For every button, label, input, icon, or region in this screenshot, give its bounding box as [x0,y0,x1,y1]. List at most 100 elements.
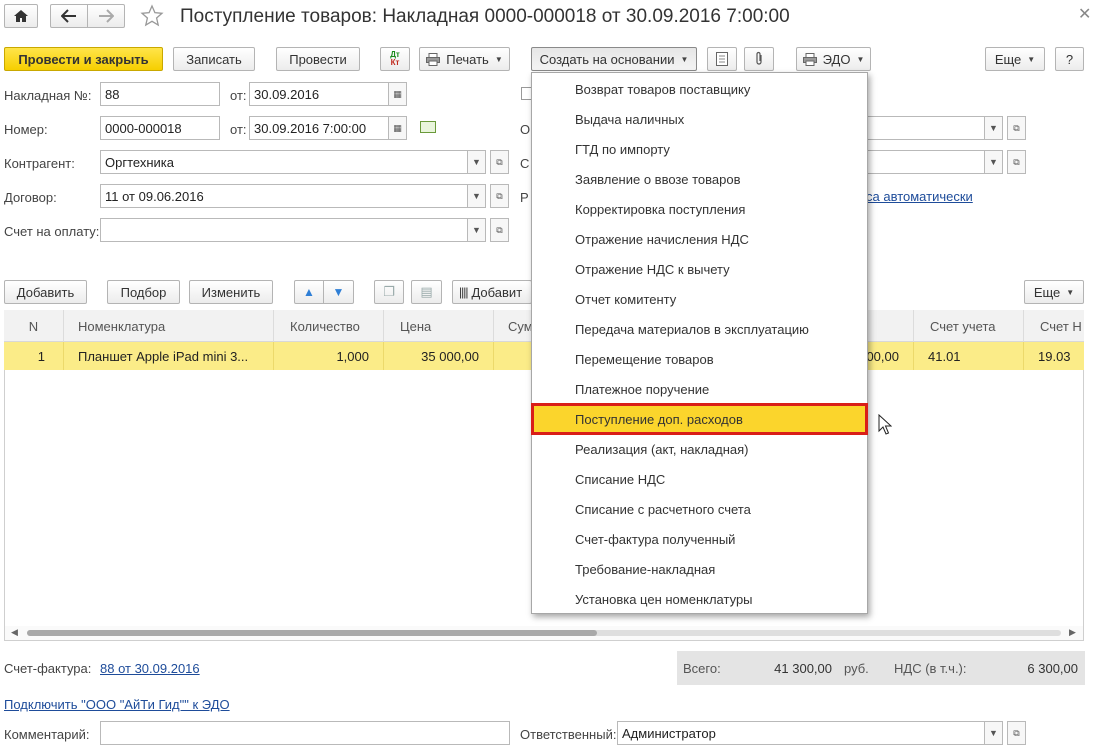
col-item[interactable]: Номенклатура [64,310,274,342]
scroll-right-icon[interactable]: ▶ [1069,627,1076,638]
home-button[interactable] [4,4,38,28]
menu-item[interactable]: Отчет комитенту [532,284,867,314]
post-and-close-button[interactable]: Провести и закрыть [4,47,163,71]
col-n[interactable]: N [4,310,64,342]
back-button[interactable] [50,4,88,28]
counterparty-field[interactable]: Оргтехника [100,150,468,174]
edo-button[interactable]: ЭДО ▼ [796,47,871,71]
open-icon[interactable]: ⧉ [1007,116,1026,140]
menu-item[interactable]: Корректировка поступления [532,194,867,224]
scrollbar-thumb[interactable] [27,630,597,636]
contract-field[interactable]: 11 от 09.06.2016 [100,184,468,208]
comment-field[interactable] [100,721,510,745]
open-icon[interactable]: ⧉ [490,184,509,208]
number-label: Номер: [4,122,48,137]
menu-item[interactable]: Счет-фактура полученный [532,524,867,554]
add-row-button[interactable]: Добавить [4,280,87,304]
cell-account: 41.01 [914,342,1024,370]
col-qty[interactable]: Количество [274,310,384,342]
open-icon[interactable]: ⧉ [1007,150,1026,174]
organization-field[interactable] [860,116,985,140]
menu-item[interactable]: Передача материалов в эксплуатацию [532,314,867,344]
calendar-icon[interactable]: ▦ [388,116,407,140]
invoice-date-field[interactable]: 30.09.2016 [249,82,389,106]
chevron-down-icon[interactable]: ▼ [984,150,1003,174]
scroll-left-icon[interactable]: ◀ [11,627,18,638]
move-down-button[interactable]: ▼ [323,280,354,304]
payment-account-label: Счет на оплату: [4,224,100,239]
mouse-cursor-icon [878,413,893,439]
save-button[interactable]: Записать [173,47,255,71]
edit-check-icon[interactable] [420,121,436,133]
number-field[interactable]: 0000-000018 [100,116,220,140]
help-button[interactable]: ? [1055,47,1084,71]
dtkt-button[interactable]: Дт Кт [380,47,410,71]
menu-item[interactable]: Списание с расчетного счета [532,494,867,524]
favorite-star-icon[interactable] [140,4,166,28]
invoice-no-field[interactable]: 88 [100,82,220,106]
menu-item[interactable]: Отражение НДС к вычету [532,254,867,284]
close-window-icon[interactable]: ✕ [1078,4,1091,24]
change-button[interactable]: Изменить [189,280,273,304]
select-button[interactable]: Подбор [107,280,180,304]
chevron-down-icon[interactable]: ▼ [467,184,486,208]
number-date-field[interactable]: 30.09.2016 7:00:00 [249,116,389,140]
add-barcode-label: Добавит [471,284,523,300]
open-icon[interactable]: ⧉ [490,150,509,174]
menu-item[interactable]: Поступление доп. расходов [531,403,868,435]
chevron-down-icon: ▼ [856,54,865,64]
total-label: Всего: [683,661,721,676]
menu-item[interactable]: Платежное поручение [532,374,867,404]
payment-account-field[interactable] [100,218,468,242]
arrow-up-icon: ▲ [303,285,315,299]
menu-item[interactable]: Заявление о ввозе товаров [532,164,867,194]
document-view-button[interactable] [707,47,737,71]
col-account[interactable]: Счет учета [914,310,1024,342]
arrow-left-icon [61,9,76,23]
add-barcode-button[interactable]: |||| Добавит [452,280,532,304]
printer-icon [426,52,441,66]
paste-button[interactable]: ▤ [411,280,442,304]
menu-item[interactable]: Возврат товаров поставщику [532,74,867,104]
more-button[interactable]: Еще ▼ [985,47,1045,71]
calendar-icon[interactable]: ▦ [388,82,407,106]
move-up-button[interactable]: ▲ [294,280,324,304]
forward-button[interactable] [87,4,125,28]
open-icon[interactable]: ⧉ [1007,721,1026,745]
menu-item[interactable]: Отражение начисления НДС [532,224,867,254]
menu-item[interactable]: Установка цен номенклатуры [532,584,867,614]
chevron-down-icon[interactable]: ▼ [984,721,1003,745]
menu-item[interactable]: Требование-накладная [532,554,867,584]
print-button[interactable]: Печать ▼ [419,47,510,71]
invoice-date-label: от: [230,88,247,103]
copy-row-button[interactable]: ❐ [374,280,404,304]
invoice-link[interactable]: 88 от 30.09.2016 [100,661,200,676]
col-price[interactable]: Цена [384,310,494,342]
chevron-down-icon[interactable]: ▼ [984,116,1003,140]
document-icon [716,52,728,66]
cell-vat-account: 19.03 [1038,348,1071,364]
menu-item[interactable]: Списание НДС [532,464,867,494]
vat-value: 6 300,00 [1027,661,1078,676]
open-icon[interactable]: ⧉ [490,218,509,242]
settlements-link[interactable]: са автоматически [866,189,973,204]
create-based-on-button[interactable]: Создать на основании ▼ [531,47,697,71]
warehouse-field[interactable] [860,150,985,174]
menu-item[interactable]: Перемещение товаров [532,344,867,374]
horizontal-scrollbar[interactable]: ◀ ▶ [5,626,1083,640]
invoice-no-label: Накладная №: [4,88,92,103]
table-more-button[interactable]: Еще ▼ [1024,280,1084,304]
connect-edo-link[interactable]: Подключить "ООО "АйТи Гид"" к ЭДО [4,697,230,712]
chevron-down-icon[interactable]: ▼ [467,218,486,242]
post-button[interactable]: Провести [276,47,360,71]
menu-item[interactable]: ГТД по импорту [532,134,867,164]
attachments-button[interactable] [744,47,774,71]
currency-label: руб. [844,661,869,676]
barcode-icon: |||| [459,285,469,299]
menu-item[interactable]: Выдача наличных [532,104,867,134]
dtkt-icon: Дт Кт [390,50,400,67]
col-vat-account[interactable]: Счет Н [1024,310,1084,342]
responsible-field[interactable]: Администратор [617,721,985,745]
chevron-down-icon[interactable]: ▼ [467,150,486,174]
menu-item[interactable]: Реализация (акт, накладная) [532,434,867,464]
